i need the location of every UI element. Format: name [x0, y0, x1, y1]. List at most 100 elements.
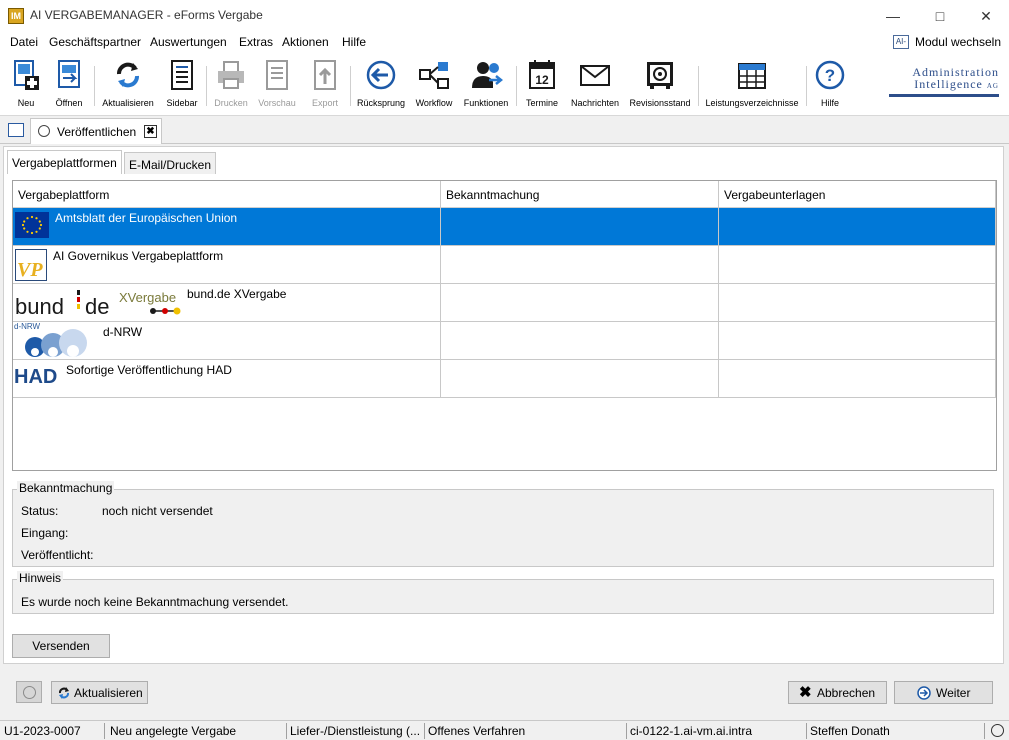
- sidebar-button-label: Sidebar: [166, 98, 198, 108]
- bund-de-logo-text-a: bund: [15, 294, 64, 319]
- workflow-button[interactable]: Workflow: [412, 56, 456, 108]
- status-server: ci-0122-1.ai-vm.ai.intra: [630, 724, 753, 738]
- column-header-bekanntmachung[interactable]: Bekanntmachung: [446, 188, 539, 202]
- platform-name: Amtsblatt der Europäischen Union: [55, 211, 238, 225]
- modul-wechseln-label: Modul wechseln: [914, 35, 1001, 49]
- leistungsverzeichnisse-button[interactable]: Leistungsverzeichnisse: [704, 56, 800, 108]
- preview-icon: [260, 58, 294, 92]
- new-document-icon: [9, 58, 43, 92]
- toolbar-separator: [94, 66, 95, 106]
- functions-icon: [469, 58, 504, 92]
- new-button[interactable]: Neu: [8, 56, 44, 108]
- bund-de-logo: bund de XVergabe: [15, 288, 185, 320]
- info-button[interactable]: [16, 681, 42, 703]
- calendar-button[interactable]: 12 Termine: [522, 56, 562, 108]
- close-icon[interactable]: ✕: [963, 0, 1009, 32]
- table-row[interactable]: d-NRW d-NRW: [13, 322, 996, 360]
- hinweis-text: Es wurde noch keine Bekanntmachung verse…: [21, 595, 289, 609]
- export-icon: [308, 58, 342, 92]
- close-tab-icon[interactable]: ✖: [144, 125, 157, 138]
- column-divider: [995, 181, 996, 398]
- table-row[interactable]: bund de XVergabe bund.de XVergabe: [13, 284, 996, 322]
- d-nrw-logo: d-NRW: [13, 322, 95, 358]
- table-row[interactable]: HAD Sofortige Veröffentlichung HAD: [13, 360, 996, 398]
- app-icon: IM: [8, 8, 24, 24]
- tab-list-icon[interactable]: [8, 123, 24, 137]
- printer-icon: [214, 58, 248, 92]
- status-user: Steffen Donath: [810, 724, 890, 738]
- bund-de-logo-text-b: de: [85, 294, 110, 319]
- preview-button[interactable]: Vorschau: [256, 56, 298, 108]
- menu-auswertungen[interactable]: Auswertungen: [150, 35, 227, 49]
- modul-wechseln-button[interactable]: AI- Modul wechseln: [892, 33, 1001, 51]
- revision-button[interactable]: Revisionsstand: [628, 56, 692, 108]
- brand-suffix: AG: [986, 82, 999, 90]
- menu-bar: Datei Geschäftspartner Auswertungen Extr…: [0, 32, 1009, 52]
- abbrechen-button[interactable]: ✖ Abbrechen: [788, 681, 887, 704]
- preview-button-label: Vorschau: [258, 98, 296, 108]
- menu-datei[interactable]: Datei: [10, 35, 38, 49]
- weiter-button-label: Weiter: [936, 686, 971, 700]
- status-value: noch nicht versendet: [102, 504, 213, 518]
- weiter-button[interactable]: Weiter: [894, 681, 993, 704]
- bund-de-dot: [77, 304, 80, 309]
- forward-arrow-icon: [917, 686, 931, 700]
- brand-underline: [889, 94, 999, 97]
- status-separator: [984, 723, 985, 739]
- toolbar-separator: [350, 66, 351, 106]
- toolbar-separator: [516, 66, 517, 106]
- status-leistungsart: Liefer-/Dienstleistung (...: [290, 724, 421, 738]
- table-row[interactable]: VP AI Governikus Vergabeplattform: [13, 246, 996, 284]
- menu-extras[interactable]: Extras: [239, 35, 273, 49]
- tab-veroeffentlichen[interactable]: Veröffentlichen ✖: [30, 118, 162, 144]
- versenden-button[interactable]: Versenden: [12, 634, 110, 658]
- refresh-icon: [111, 58, 145, 92]
- new-button-label: Neu: [17, 98, 35, 108]
- mail-icon: [578, 58, 612, 92]
- column-divider: [718, 181, 719, 398]
- platform-name: Sofortige Veröffentlichung HAD: [66, 363, 232, 377]
- menu-aktionen[interactable]: Aktionen: [282, 35, 329, 49]
- tab-vergabeplattformen[interactable]: Vergabeplattformen: [7, 150, 122, 174]
- export-button-label: Export: [311, 98, 338, 108]
- back-button-label: Rücksprung: [356, 98, 406, 108]
- had-logo: HAD: [14, 366, 58, 388]
- hinweis-group: Hinweis Es wurde noch keine Bekanntmachu…: [12, 571, 994, 614]
- menu-geschaeftspartner[interactable]: Geschäftspartner: [49, 35, 141, 49]
- minimize-icon[interactable]: —: [870, 0, 916, 32]
- eu-flag-icon: [15, 212, 49, 238]
- status-separator: [806, 723, 807, 739]
- status-separator: [104, 723, 105, 739]
- sidebar-button[interactable]: Sidebar: [164, 56, 200, 108]
- window-title: AI VERGABEMANAGER - eForms Vergabe: [30, 8, 263, 22]
- leistungsverzeichnisse-button-label: Leistungsverzeichnisse: [705, 98, 799, 108]
- status-separator: [626, 723, 627, 739]
- functions-button[interactable]: Funktionen: [462, 56, 510, 108]
- column-header-vergabeplattform[interactable]: Vergabeplattform: [18, 188, 109, 202]
- aktualisieren-button[interactable]: Aktualisieren: [51, 681, 148, 704]
- brand-logo: Administration Intelligence AG: [883, 66, 999, 97]
- export-button[interactable]: Export: [306, 56, 344, 108]
- xvergabe-logo-text: XVergabe: [119, 290, 177, 305]
- calendar-button-label: Termine: [525, 98, 558, 108]
- help-button[interactable]: ? Hilfe: [812, 56, 848, 108]
- print-button[interactable]: Drucken: [212, 56, 250, 108]
- messages-button-label: Nachrichten: [570, 98, 620, 108]
- cancel-x-icon: ✖: [799, 684, 812, 701]
- connection-status-icon: [991, 724, 1004, 737]
- refresh-button[interactable]: Aktualisieren: [100, 56, 156, 108]
- maximize-icon[interactable]: □: [917, 0, 963, 32]
- messages-button[interactable]: Nachrichten: [568, 56, 622, 108]
- open-button[interactable]: Öffnen: [50, 56, 88, 108]
- tab-email-drucken[interactable]: E-Mail/Drucken: [124, 152, 217, 174]
- toolbar-separator: [806, 66, 807, 106]
- safe-icon: [643, 58, 677, 92]
- back-button[interactable]: Rücksprung: [356, 56, 406, 108]
- menu-hilfe[interactable]: Hilfe: [342, 35, 366, 49]
- status-vergabe-state: Neu angelegte Vergabe: [110, 724, 237, 738]
- table-icon: [735, 58, 769, 92]
- column-header-vergabeunterlagen[interactable]: Vergabeunterlagen: [724, 188, 825, 202]
- toolbar-separator: [206, 66, 207, 106]
- table-row[interactable]: Amtsblatt der Europäischen Union: [13, 208, 996, 246]
- calendar-icon: 12: [525, 58, 559, 92]
